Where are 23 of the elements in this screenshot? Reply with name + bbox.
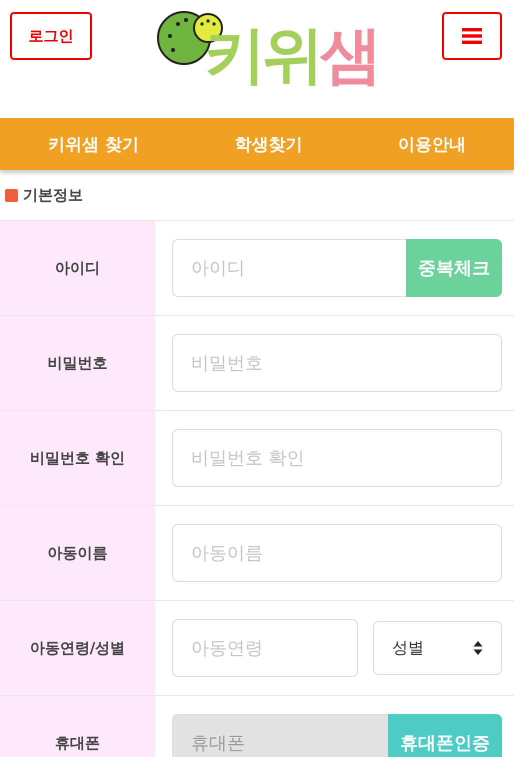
input-field[interactable]: 아동이름 — [172, 524, 502, 582]
input-field[interactable]: 비밀번호 확인 — [172, 429, 502, 487]
input-field[interactable]: 비밀번호 — [172, 334, 502, 392]
sort-icon — [473, 640, 483, 656]
field-label: 아동연령/성별 — [0, 601, 155, 695]
square-icon — [5, 188, 18, 202]
menu-icon — [462, 28, 482, 44]
nav-link[interactable]: 학생찾기 — [234, 132, 302, 156]
field-label: 아동이름 — [0, 506, 155, 600]
select-dropdown[interactable]: 성별 — [373, 621, 502, 675]
field-label: 비밀번호 확인 — [0, 411, 155, 505]
section-title: 기본정보 — [23, 186, 83, 204]
input-field[interactable]: 아동연령 — [172, 619, 358, 677]
check-button[interactable]: 중복체크 — [406, 239, 502, 297]
input-field[interactable]: 아이디 — [172, 239, 406, 297]
menu-button[interactable] — [442, 12, 502, 60]
nav-link[interactable]: 키위샘 찾기 — [48, 132, 139, 156]
field-label: 휴대폰 — [0, 696, 155, 757]
nav-link[interactable]: 이용안내 — [398, 132, 466, 156]
logo-text: 키위샘 — [204, 18, 378, 92]
field-label: 아이디 — [0, 221, 155, 315]
login-button[interactable]: 로그인 — [10, 12, 92, 60]
field-label: 비밀번호 — [0, 316, 155, 410]
